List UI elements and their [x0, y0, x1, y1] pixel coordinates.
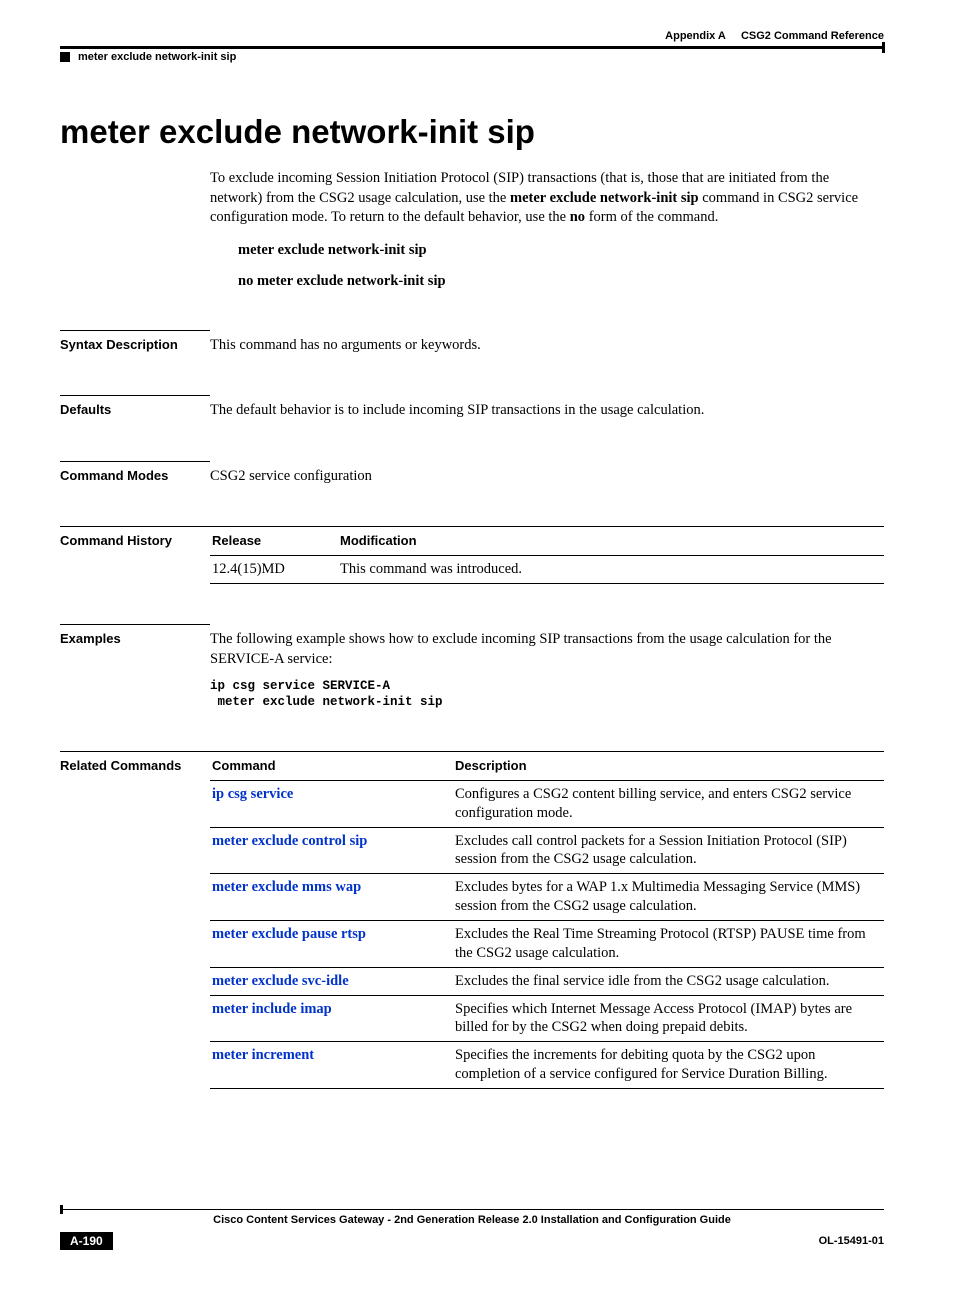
defaults-label: Defaults	[60, 395, 210, 417]
related-description: Configures a CSG2 content billing servic…	[453, 780, 884, 827]
header-rule	[60, 46, 884, 49]
table-row: meter increment Specifies the increments …	[210, 1042, 884, 1089]
table-row: meter exclude svc-idle Excludes the final…	[210, 967, 884, 995]
related-command-link[interactable]: meter exclude svc-idle	[212, 973, 349, 989]
table-row: meter exclude pause rtsp Excludes the Rea…	[210, 920, 884, 967]
related-col-command: Command	[210, 752, 453, 781]
header-right: Appendix A CSG2 Command Reference	[665, 30, 884, 42]
related-description: Specifies which Internet Message Access …	[453, 995, 884, 1042]
footer-page-number: A-190	[60, 1232, 113, 1250]
footer-rule	[60, 1209, 884, 1211]
history-col-modification: Modification	[338, 527, 884, 556]
syntax-line-2: no meter exclude network-init sip	[238, 273, 884, 290]
table-row: meter exclude control sip Excludes call c…	[210, 827, 884, 874]
examples-text: The following example shows how to exclu…	[210, 630, 884, 669]
related-command-cell: meter exclude control sip	[210, 827, 453, 874]
page-title: meter exclude network-init sip	[60, 113, 884, 151]
syntax-block: meter exclude network-init sip no meter …	[238, 242, 884, 290]
syntax-line-1: meter exclude network-init sip	[238, 242, 884, 259]
header-section: meter exclude network-init sip	[78, 51, 236, 63]
command-modes-label: Command Modes	[60, 461, 210, 483]
footer-doc-id: OL-15491-01	[819, 1235, 884, 1247]
related-command-cell: ip csg service	[210, 780, 453, 827]
command-history-label: Command History	[60, 526, 210, 548]
table-row: ip csg service Configures a CSG2 content …	[210, 780, 884, 827]
related-description: Excludes the final service idle from the…	[453, 967, 884, 995]
history-modification: This command was introduced.	[338, 555, 884, 584]
related-commands-label: Related Commands	[60, 751, 210, 773]
header-appendix: Appendix A	[665, 30, 726, 42]
intro-bold-1: meter exclude network-init sip	[510, 190, 699, 206]
related-description: Specifies the increments for debiting qu…	[453, 1042, 884, 1089]
header-square-icon	[60, 52, 70, 62]
history-release: 12.4(15)MD	[210, 555, 338, 584]
header-chapter: CSG2 Command Reference	[741, 30, 884, 42]
examples-label: Examples	[60, 624, 210, 646]
header-left: meter exclude network-init sip	[60, 51, 884, 63]
related-command-cell: meter exclude mms wap	[210, 874, 453, 921]
related-commands-table: Command Description ip csg service Config…	[210, 751, 884, 1089]
related-command-cell: meter include imap	[210, 995, 453, 1042]
examples-code: ip csg service SERVICE-A meter exclude n…	[210, 678, 884, 712]
related-command-link[interactable]: meter exclude control sip	[212, 833, 367, 849]
related-description: Excludes call control packets for a Sess…	[453, 827, 884, 874]
history-col-release: Release	[210, 527, 338, 556]
related-command-link[interactable]: meter include imap	[212, 1001, 332, 1017]
related-description: Excludes the Real Time Streaming Protoco…	[453, 920, 884, 967]
related-command-cell: meter exclude pause rtsp	[210, 920, 453, 967]
table-row: meter exclude mms wap Excludes bytes for …	[210, 874, 884, 921]
related-command-link[interactable]: meter increment	[212, 1047, 314, 1063]
syntax-description-label: Syntax Description	[60, 330, 210, 352]
command-history-table: Release Modification 12.4(15)MDThis comm…	[210, 526, 884, 584]
defaults-body: The default behavior is to include incom…	[210, 395, 884, 421]
related-col-description: Description	[453, 752, 884, 781]
related-command-link[interactable]: meter exclude pause rtsp	[212, 926, 366, 942]
footer-guide-title: Cisco Content Services Gateway - 2nd Gen…	[60, 1214, 884, 1226]
intro-text-3: form of the command.	[585, 209, 718, 225]
intro-paragraph: To exclude incoming Session Initiation P…	[210, 169, 884, 228]
syntax-description-body: This command has no arguments or keyword…	[210, 330, 884, 356]
page-footer: Cisco Content Services Gateway - 2nd Gen…	[60, 1209, 884, 1251]
table-row: meter include imap Specifies which Intern…	[210, 995, 884, 1042]
intro-bold-2: no	[570, 209, 585, 225]
related-command-cell: meter exclude svc-idle	[210, 967, 453, 995]
related-command-link[interactable]: ip csg service	[212, 786, 293, 802]
table-row: 12.4(15)MDThis command was introduced.	[210, 555, 884, 584]
related-command-cell: meter increment	[210, 1042, 453, 1089]
command-modes-body: CSG2 service configuration	[210, 461, 884, 487]
related-command-link[interactable]: meter exclude mms wap	[212, 879, 361, 895]
related-description: Excludes bytes for a WAP 1.x Multimedia …	[453, 874, 884, 921]
